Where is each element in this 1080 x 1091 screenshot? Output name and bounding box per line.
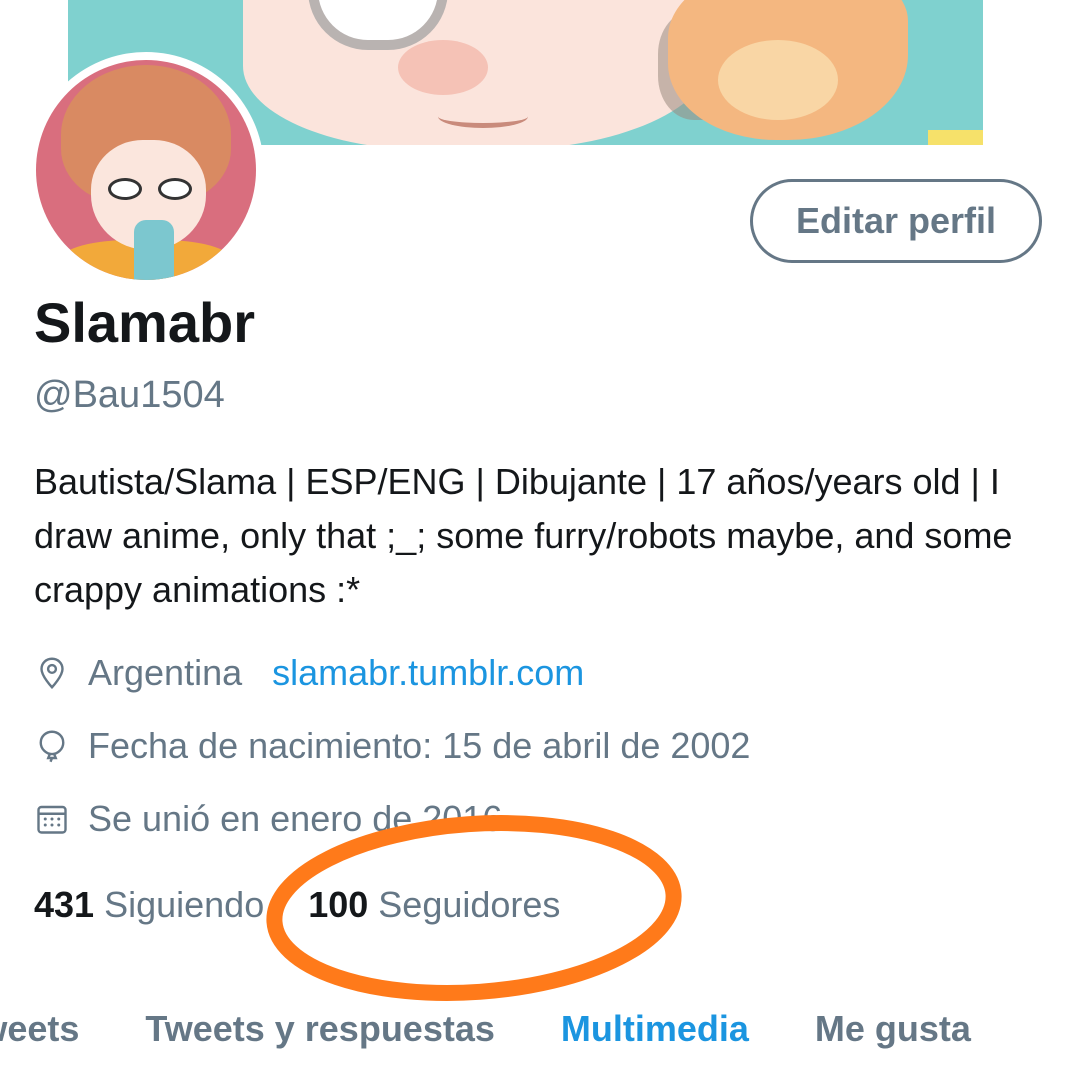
banner-art-mouth: [438, 105, 528, 128]
website-link[interactable]: slamabr.tumblr.com: [272, 652, 584, 694]
banner-art-fox-highlight: [718, 40, 838, 120]
display-name: Slamabr: [34, 291, 255, 354]
avatar[interactable]: [28, 52, 264, 288]
avatar-art-eye: [108, 178, 142, 200]
banner-art-yellow: [928, 130, 983, 145]
birth-date-row: Fecha de nacimiento: 15 de abril de 2002: [34, 725, 750, 767]
location-row: Argentina slamabr.tumblr.com: [34, 652, 584, 694]
tab-tweets[interactable]: Tweets: [0, 1008, 79, 1068]
tab-media[interactable]: Multimedia: [561, 1008, 749, 1068]
following-label: Siguiendo: [104, 884, 265, 925]
following-stat[interactable]: 431 Siguiendo: [34, 884, 264, 926]
profile-tabs: Tweets Tweets y respuestas Multimedia Me…: [0, 1008, 1037, 1068]
avatar-image: [36, 60, 256, 280]
following-count: 431: [34, 884, 95, 925]
balloon-icon: [39, 730, 65, 763]
follow-stats: 431 Siguiendo 100 Seguidores: [34, 884, 604, 926]
username-handle: @Bau1504: [34, 374, 225, 416]
tab-likes[interactable]: Me gusta: [815, 1008, 971, 1068]
avatar-art-tongue: [134, 220, 174, 280]
followers-stat[interactable]: 100 Seguidores: [308, 884, 560, 926]
avatar-art-eye: [158, 178, 192, 200]
joined-row: Se unió en enero de 2016: [34, 798, 502, 840]
location-text: Argentina: [88, 652, 243, 693]
joined-text: Se unió en enero de 2016: [88, 798, 503, 839]
calendar-icon: [37, 805, 67, 834]
banner-art-cheek: [398, 40, 488, 95]
location-pin-icon: [40, 657, 64, 689]
profile-bio: Bautista/Slama | ESP/ENG | Dibujante | 1…: [34, 461, 1013, 610]
birth-date-text: Fecha de nacimiento: 15 de abril de 2002: [88, 725, 751, 766]
tab-tweets-and-replies[interactable]: Tweets y respuestas: [145, 1008, 495, 1068]
edit-profile-button[interactable]: Editar perfil: [750, 179, 1042, 263]
followers-label: Seguidores: [378, 884, 561, 925]
followers-count: 100: [308, 884, 369, 925]
